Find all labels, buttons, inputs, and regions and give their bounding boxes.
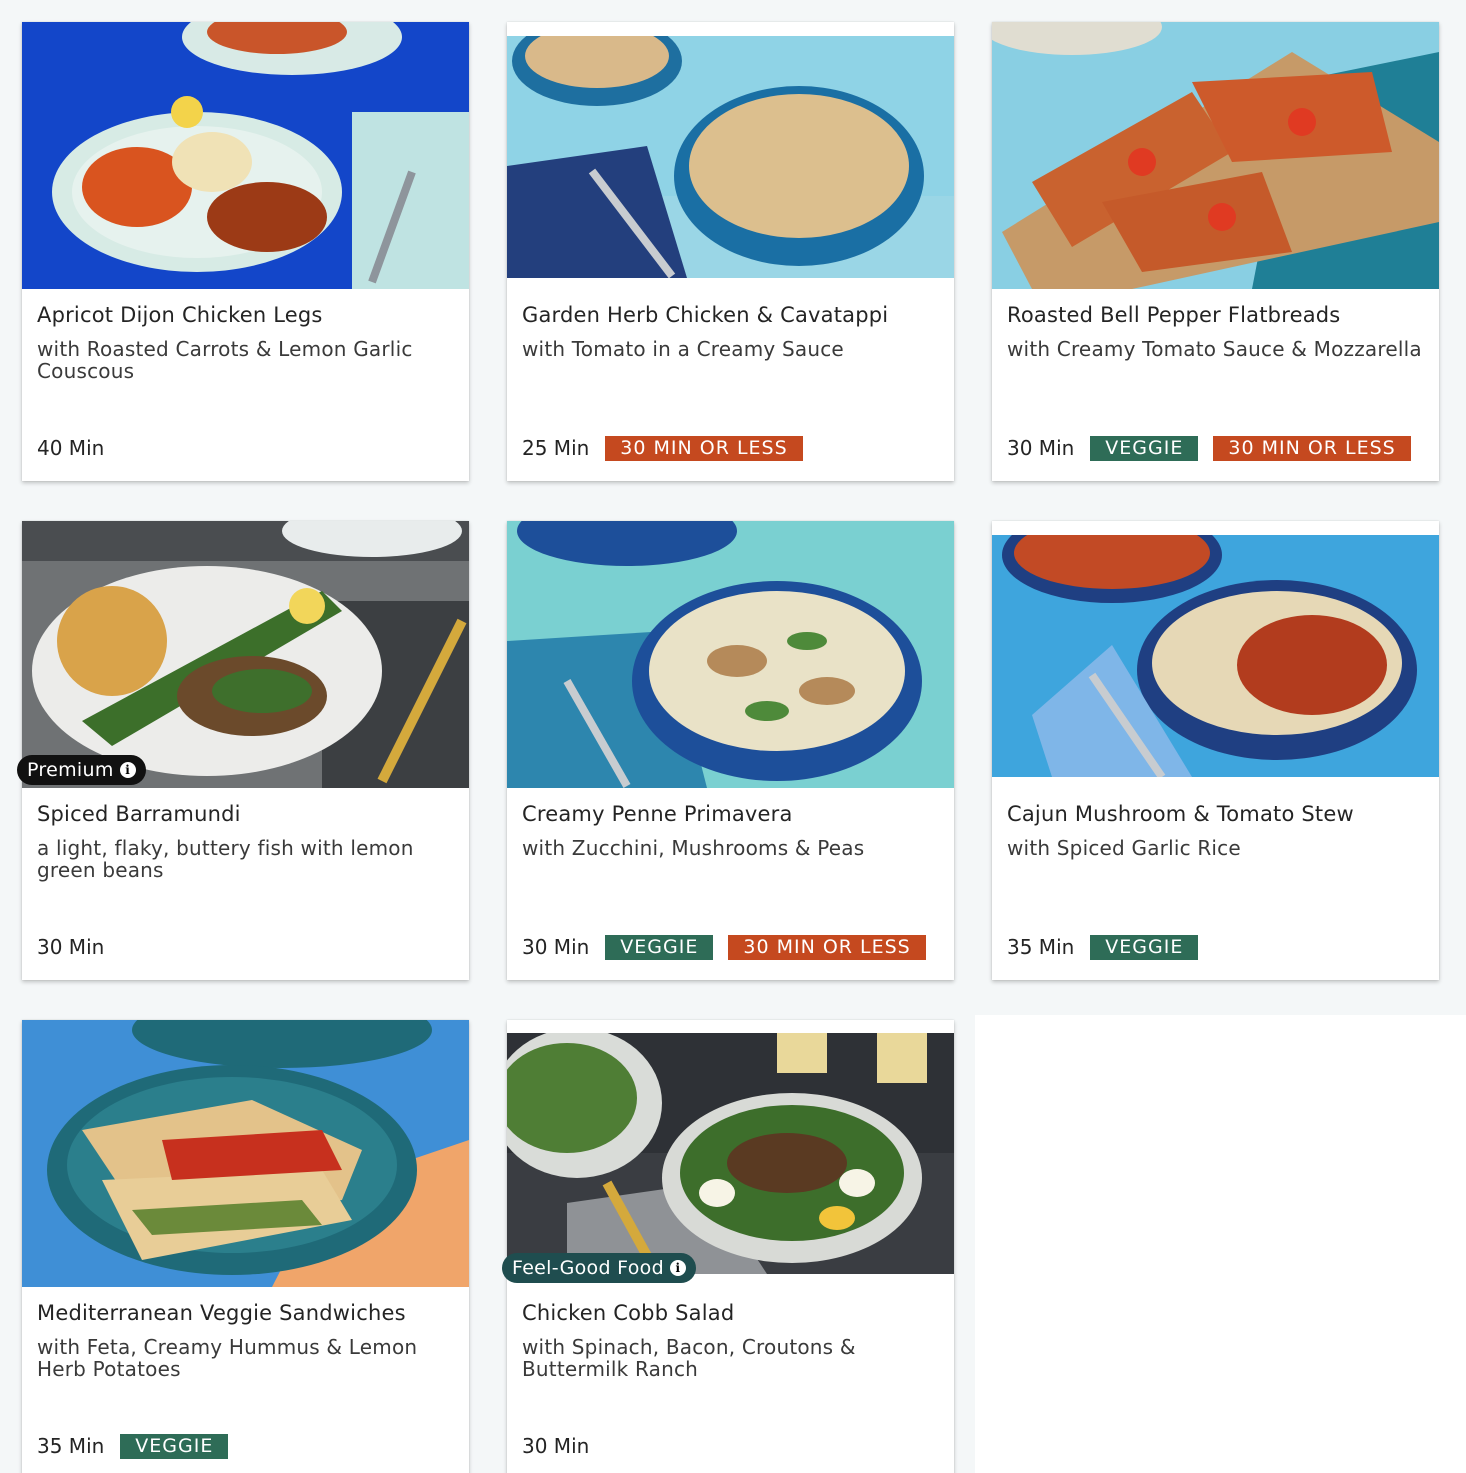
badge-label: Premium [27,759,114,781]
recipe-card[interactable]: Premium i Spiced Barramundi a light, fla… [17,521,469,980]
premium-badge[interactable]: Premium i [17,755,146,785]
recipe-meta: 30 Min [522,1431,942,1461]
recipe-info: Creamy Penne Primavera with Zucchini, Mu… [522,800,942,859]
empty-grid-cell [975,1015,1466,1473]
recipe-info: Roasted Bell Pepper Flatbreads with Crea… [1007,301,1427,360]
veggie-tag: VEGGIE [120,1433,229,1459]
recipe-title: Chicken Cobb Salad [522,1301,735,1325]
recipe-subtitle: with Zucchini, Mushrooms & Peas [522,836,865,860]
recipe-meta: 35 Min VEGGIE [1007,932,1427,962]
recipe-subtitle: with Spinach, Bacon, Croutons & Buttermi… [522,1335,856,1381]
feel-good-badge[interactable]: Feel-Good Food i [502,1253,696,1283]
recipe-subtitle: with Creamy Tomato Sauce & Mozzarella [1007,337,1422,361]
recipe-photo [507,36,954,278]
recipe-photo [992,22,1439,289]
recipe-title: Roasted Bell Pepper Flatbreads [1007,303,1341,327]
recipe-card[interactable]: Garden Herb Chicken & Cavatappi with Tom… [507,22,954,481]
recipe-title: Apricot Dijon Chicken Legs [37,303,323,327]
veggie-tag: VEGGIE [605,934,714,960]
recipe-card[interactable]: Roasted Bell Pepper Flatbreads with Crea… [992,22,1439,481]
recipe-photo [22,1020,469,1287]
cook-time: 40 Min [37,436,105,460]
recipe-meta: 35 Min VEGGIE [37,1431,457,1461]
cook-time: 30 Min [522,935,590,959]
recipe-card[interactable]: Mediterranean Veggie Sandwiches with Fet… [22,1020,469,1473]
recipe-meta: 40 Min [37,433,457,463]
cook-time: 30 Min [522,1434,590,1458]
cook-time: 35 Min [37,1434,105,1458]
recipe-info: Chicken Cobb Salad with Spinach, Bacon, … [522,1299,942,1380]
cook-time: 30 Min [37,935,105,959]
recipe-card[interactable]: Apricot Dijon Chicken Legs with Roasted … [22,22,469,481]
veggie-tag: VEGGIE [1090,934,1199,960]
cook-time: 30 Min [1007,436,1075,460]
veggie-tag: VEGGIE [1090,435,1199,461]
recipe-meta: 25 Min 30 MIN OR LESS [522,433,942,463]
quick-tag: 30 MIN OR LESS [1213,435,1411,461]
recipe-photo [507,1033,954,1274]
recipe-photo [22,22,469,289]
recipe-meta: 30 Min [37,932,457,962]
recipe-info: Mediterranean Veggie Sandwiches with Fet… [37,1299,457,1380]
recipe-meta: 30 Min VEGGIE 30 MIN OR LESS [522,932,942,962]
recipe-subtitle: with Spiced Garlic Rice [1007,836,1241,860]
recipe-info: Spiced Barramundi a light, flaky, butter… [37,800,457,881]
recipe-title: Cajun Mushroom & Tomato Stew [1007,802,1354,826]
recipe-card[interactable]: Creamy Penne Primavera with Zucchini, Mu… [507,521,954,980]
recipe-title: Mediterranean Veggie Sandwiches [37,1301,406,1325]
recipe-title: Garden Herb Chicken & Cavatappi [522,303,889,327]
recipe-title: Spiced Barramundi [37,802,241,826]
recipe-card[interactable]: Feel-Good Food i Chicken Cobb Salad with… [502,1020,954,1473]
recipe-info: Garden Herb Chicken & Cavatappi with Tom… [522,301,942,360]
recipe-photo [22,521,469,788]
quick-tag: 30 MIN OR LESS [605,435,803,461]
badge-label: Feel-Good Food [512,1257,664,1279]
cook-time: 25 Min [522,436,590,460]
recipe-info: Apricot Dijon Chicken Legs with Roasted … [37,301,457,382]
recipe-subtitle: a light, flaky, buttery fish with lemon … [37,836,414,882]
recipe-meta: 30 Min VEGGIE 30 MIN OR LESS [1007,433,1427,463]
cook-time: 35 Min [1007,935,1075,959]
info-icon[interactable]: i [119,762,136,778]
recipe-subtitle: with Feta, Creamy Hummus & Lemon Herb Po… [37,1335,418,1381]
recipe-info: Cajun Mushroom & Tomato Stew with Spiced… [1007,800,1427,859]
info-icon[interactable]: i [669,1260,686,1276]
recipe-subtitle: with Tomato in a Creamy Sauce [522,337,844,361]
recipe-title: Creamy Penne Primavera [522,802,793,826]
quick-tag: 30 MIN OR LESS [728,934,926,960]
recipe-subtitle: with Roasted Carrots & Lemon Garlic Cous… [37,337,413,383]
recipe-card[interactable]: Cajun Mushroom & Tomato Stew with Spiced… [992,521,1439,980]
recipe-grid: Apricot Dijon Chicken Legs with Roasted … [0,0,1466,1473]
recipe-photo [507,521,954,788]
recipe-photo [992,535,1439,777]
